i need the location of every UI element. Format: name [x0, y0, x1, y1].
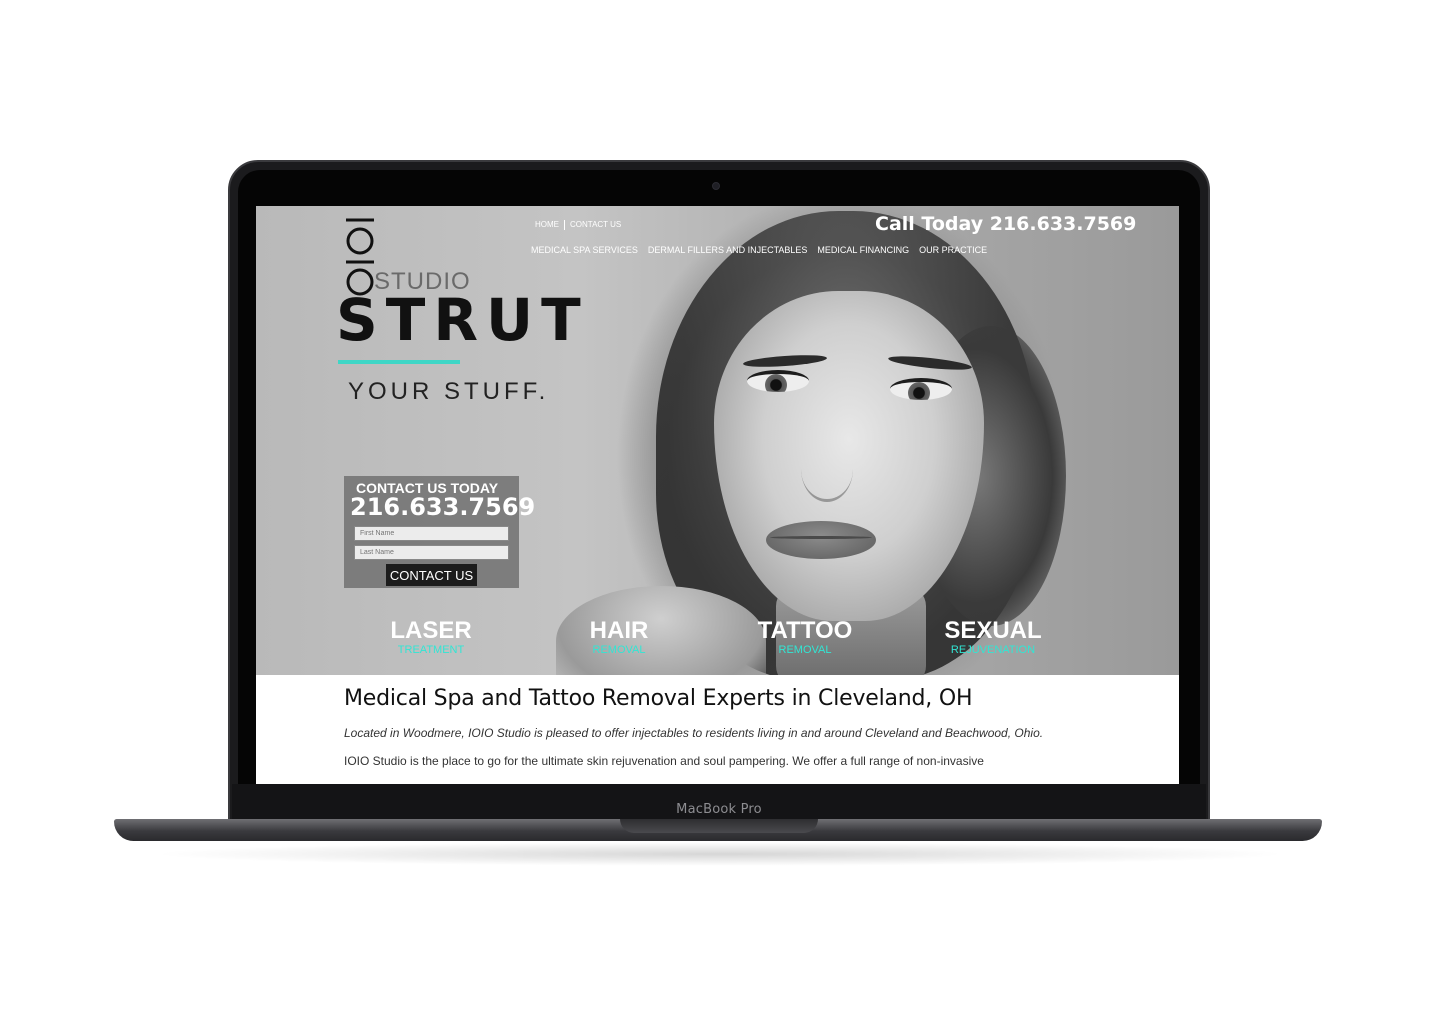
- camera-icon: [712, 182, 720, 190]
- service-hair[interactable]: HAIR REMOVAL: [544, 619, 694, 657]
- service-hair-subtitle: REMOVAL: [592, 644, 646, 656]
- laptop-shadow: [150, 842, 1290, 866]
- service-laser-title: LASER: [390, 617, 472, 644]
- logo-accent-bar: [338, 360, 460, 364]
- mockup-stage: STUDIO STRUT YOUR STUFF. HOME CONTACT US…: [0, 0, 1440, 1024]
- service-laser[interactable]: LASER TREATMENT: [356, 619, 506, 657]
- device-label: MacBook Pro: [676, 802, 762, 817]
- intro-paragraph: Located in Woodmere, IOIO Studio is plea…: [344, 726, 1044, 740]
- contact-us-button[interactable]: CONTACT US: [386, 564, 477, 586]
- logo-tagline: YOUR STUFF.: [348, 378, 550, 405]
- nav-our-practice[interactable]: OUR PRACTICE: [919, 245, 987, 255]
- service-sexual-subtitle: REJUVENATION: [950, 644, 1036, 656]
- service-sexual[interactable]: SEXUAL REJUVENATION: [918, 619, 1068, 657]
- portrait-lips: [766, 521, 876, 559]
- website-screen: STUDIO STRUT YOUR STUFF. HOME CONTACT US…: [256, 206, 1179, 784]
- service-tattoo-subtitle: REMOVAL: [778, 644, 832, 656]
- contact-form-phone[interactable]: 216.633.7569: [350, 493, 535, 521]
- main-nav: MEDICAL SPA SERVICES DERMAL FILLERS AND …: [531, 245, 987, 255]
- nav-divider: [564, 220, 565, 230]
- service-laser-subtitle: TREATMENT: [397, 644, 465, 656]
- page-title: Medical Spa and Tattoo Removal Experts i…: [344, 686, 973, 711]
- laptop-notch: [620, 819, 818, 833]
- laptop-chin: MacBook Pro: [232, 784, 1206, 820]
- nav-dermal-fillers[interactable]: DERMAL FILLERS AND INJECTABLES: [648, 245, 808, 255]
- portrait-left-eye: [747, 370, 809, 392]
- service-tattoo[interactable]: TATTOO REMOVAL: [730, 619, 880, 657]
- service-hair-title: HAIR: [589, 617, 649, 644]
- last-name-field[interactable]: [354, 545, 509, 560]
- call-today-phone[interactable]: Call Today 216.633.7569: [875, 213, 1136, 235]
- utility-nav: HOME CONTACT US: [535, 220, 621, 230]
- body-paragraph: IOIO Studio is the place to go for the u…: [344, 754, 984, 768]
- service-sexual-title: SEXUAL: [944, 617, 1042, 644]
- first-name-field[interactable]: [354, 526, 509, 541]
- nav-medical-spa-services[interactable]: MEDICAL SPA SERVICES: [531, 245, 638, 255]
- nav-home-link[interactable]: HOME: [535, 220, 559, 230]
- hero-banner: STUDIO STRUT YOUR STUFF. HOME CONTACT US…: [256, 206, 1179, 675]
- portrait-right-eye: [890, 378, 952, 400]
- logo-headline: STRUT: [336, 286, 589, 354]
- nav-medical-financing[interactable]: MEDICAL FINANCING: [817, 245, 909, 255]
- service-tattoo-title: TATTOO: [757, 617, 853, 644]
- portrait-nose: [801, 436, 853, 502]
- nav-contact-link[interactable]: CONTACT US: [570, 220, 621, 230]
- content-section: Medical Spa and Tattoo Removal Experts i…: [344, 686, 1084, 769]
- portrait-lips-line: [770, 536, 872, 539]
